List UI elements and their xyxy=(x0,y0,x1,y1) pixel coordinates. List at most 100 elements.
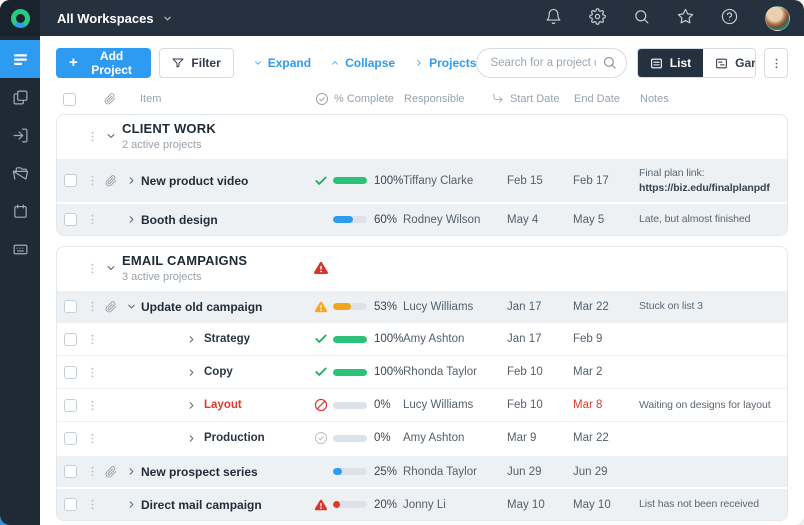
sidebar-item-folder[interactable] xyxy=(0,154,40,192)
app-logo[interactable] xyxy=(0,0,40,36)
folder-icon xyxy=(12,165,29,182)
row-menu-icon[interactable] xyxy=(83,262,101,275)
progress-percent: 20% xyxy=(374,499,397,511)
notes xyxy=(639,468,787,476)
collapse-button[interactable]: Collapse xyxy=(330,56,395,70)
task-name[interactable]: Copy xyxy=(141,366,309,378)
column-header-start[interactable]: Start Date xyxy=(508,92,574,107)
help-icon[interactable] xyxy=(721,8,738,28)
row-menu-icon[interactable] xyxy=(83,432,101,445)
row-menu-icon[interactable] xyxy=(83,366,101,379)
expand-button[interactable]: Expand xyxy=(253,56,311,70)
chevron-right-icon[interactable] xyxy=(186,433,197,444)
task-name[interactable]: New prospect series xyxy=(141,465,309,479)
row-menu-icon[interactable] xyxy=(83,333,101,346)
row-menu-icon[interactable] xyxy=(83,465,101,478)
chevron-down-icon[interactable] xyxy=(121,301,141,312)
row-checkbox[interactable] xyxy=(64,432,77,445)
column-header-complete[interactable]: % Complete xyxy=(334,93,404,105)
search-icon[interactable] xyxy=(633,8,650,28)
chevron-down-icon[interactable] xyxy=(101,262,121,274)
chevron-down-icon xyxy=(162,13,173,24)
gantt-view-button[interactable]: Gantt xyxy=(703,49,756,77)
task-name-label: Direct mail campaign xyxy=(141,498,262,512)
task-name-label: Update old campaign xyxy=(141,300,262,314)
end-date: Jun 29 xyxy=(573,466,639,478)
task-name-label: New prospect series xyxy=(141,465,258,479)
row-checkbox[interactable] xyxy=(64,174,77,187)
row-checkbox[interactable] xyxy=(64,300,77,313)
gantt-icon xyxy=(715,57,728,70)
sidebar-item-list-view[interactable] xyxy=(0,40,40,78)
chevron-down-icon[interactable] xyxy=(101,130,121,142)
row-checkbox[interactable] xyxy=(64,213,77,226)
projects-button[interactable]: Projects xyxy=(414,56,476,70)
row-menu-icon[interactable] xyxy=(83,399,101,412)
filter-label: Filter xyxy=(191,56,220,70)
task-name[interactable]: Update old campaign xyxy=(141,300,309,314)
more-options-button[interactable] xyxy=(764,48,788,78)
notes xyxy=(639,335,787,343)
row-checkbox[interactable] xyxy=(64,465,77,478)
bell-icon[interactable] xyxy=(545,8,562,28)
chevron-right-icon[interactable] xyxy=(186,400,197,411)
column-header-item[interactable]: Item xyxy=(140,93,310,105)
task-name-label: Production xyxy=(204,432,265,444)
sidebar-item-calendar[interactable] xyxy=(0,192,40,230)
end-date: Mar 22 xyxy=(573,301,639,313)
task-name[interactable]: Strategy xyxy=(141,333,309,345)
progress-percent: 0% xyxy=(374,399,391,411)
task-name[interactable]: Direct mail campaign xyxy=(141,498,309,512)
progress-bar xyxy=(333,303,367,310)
chevron-right-icon[interactable] xyxy=(186,367,197,378)
progress-percent: 53% xyxy=(374,301,397,313)
project-groups: CLIENT WORK2 active projectsNew product … xyxy=(56,114,788,521)
add-project-button[interactable]: + Add Project xyxy=(56,48,151,78)
chevron-right-icon[interactable] xyxy=(121,499,141,510)
task-name[interactable]: Booth design xyxy=(141,213,309,227)
chevron-right-icon[interactable] xyxy=(186,334,197,345)
view-toggle: List Gantt xyxy=(637,48,757,78)
row-menu-icon[interactable] xyxy=(83,498,101,511)
row-menu-icon[interactable] xyxy=(83,130,101,143)
row-menu-icon[interactable] xyxy=(83,174,101,187)
list-view-button[interactable]: List xyxy=(638,49,703,77)
workspace-selector[interactable]: All Workspaces xyxy=(57,11,173,26)
progress-bar xyxy=(333,177,367,184)
filter-button[interactable]: Filter xyxy=(159,48,233,78)
group-subtitle: 2 active projects xyxy=(122,139,309,151)
row-menu-icon[interactable] xyxy=(83,300,101,313)
chevron-right-icon[interactable] xyxy=(121,214,141,225)
sidebar-item-sign-in[interactable] xyxy=(0,116,40,154)
task-name-label: Booth design xyxy=(141,213,218,227)
chevron-right-icon[interactable] xyxy=(121,175,141,186)
progress-percent: 100% xyxy=(374,366,403,378)
progress-cell: 0% xyxy=(333,432,403,444)
progress-cell: 100% xyxy=(333,333,403,345)
row-checkbox[interactable] xyxy=(64,366,77,379)
search-icon[interactable] xyxy=(602,55,617,75)
task-row: Layout0%Lucy WilliamsFeb 10Mar 8Waiting … xyxy=(57,388,787,421)
task-name[interactable]: New product video xyxy=(141,174,309,188)
logo-ring-icon xyxy=(11,9,30,28)
row-checkbox[interactable] xyxy=(64,399,77,412)
progress-percent: 100% xyxy=(374,333,403,345)
progress-bar xyxy=(333,501,367,508)
task-name[interactable]: Production xyxy=(141,432,309,444)
column-header-notes[interactable]: Notes xyxy=(640,93,788,105)
user-avatar[interactable] xyxy=(765,6,790,31)
select-all-checkbox[interactable] xyxy=(63,93,76,106)
column-header-end[interactable]: End Date xyxy=(574,93,640,105)
row-checkbox[interactable] xyxy=(64,498,77,511)
star-icon[interactable] xyxy=(677,8,694,28)
row-checkbox[interactable] xyxy=(64,333,77,346)
chevron-right-icon[interactable] xyxy=(121,466,141,477)
sidebar-item-pages[interactable] xyxy=(0,78,40,116)
settings-gear-icon[interactable] xyxy=(589,8,606,28)
sidebar-item-keyboard[interactable] xyxy=(0,230,40,268)
corner-arrow-icon xyxy=(492,92,504,107)
keyboard-icon xyxy=(12,241,29,258)
task-name[interactable]: Layout xyxy=(141,399,309,411)
row-menu-icon[interactable] xyxy=(83,213,101,226)
progress-cell: 53% xyxy=(333,301,403,313)
